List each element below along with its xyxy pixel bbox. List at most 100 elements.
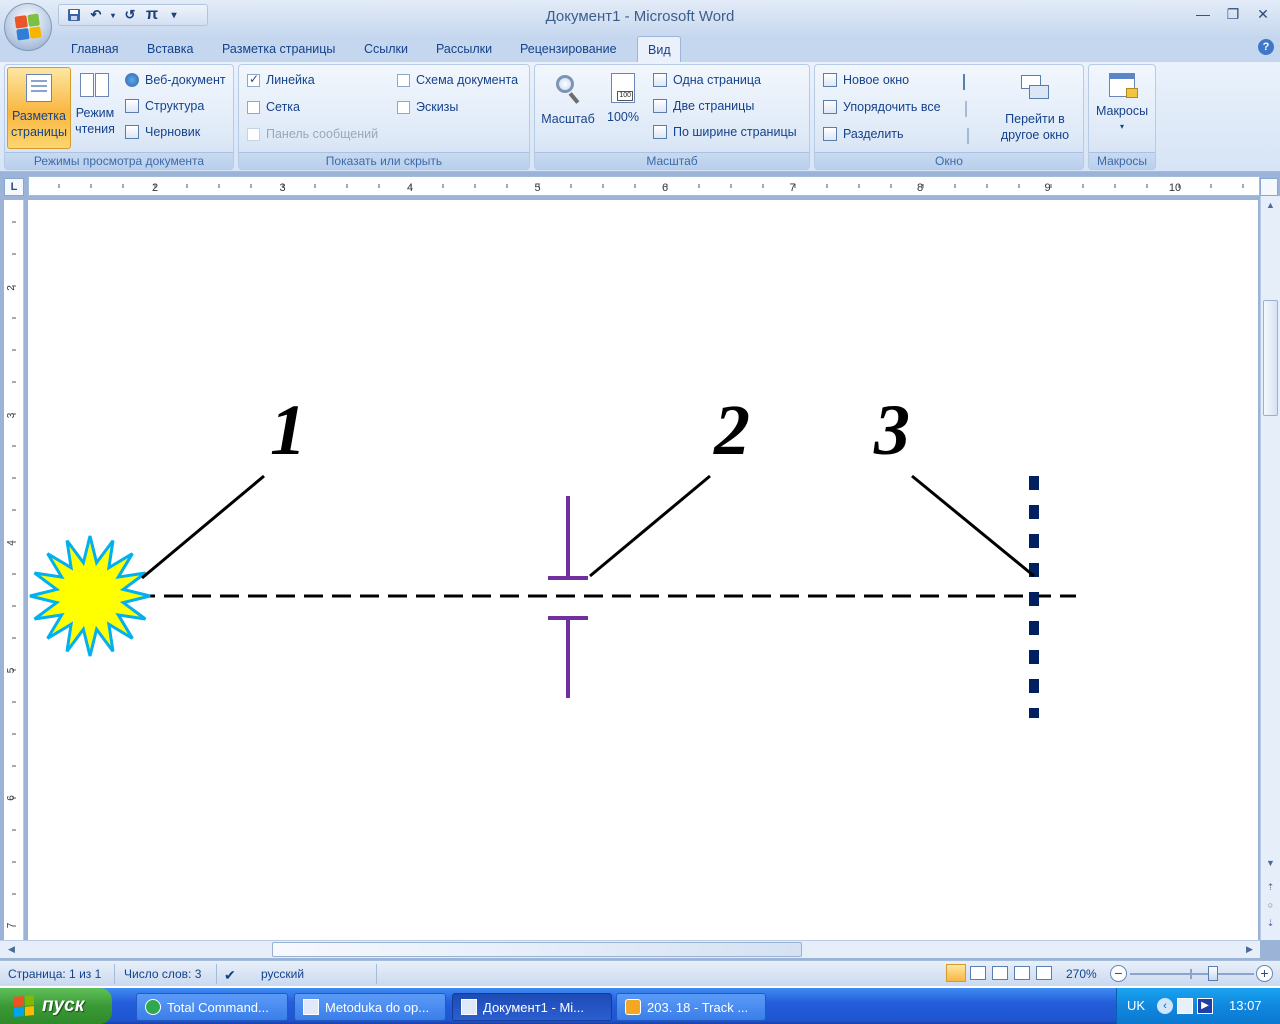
task-label: Total Command...: [167, 999, 269, 1015]
scroll-right-icon[interactable]: ▶: [1242, 942, 1257, 957]
new-window-button[interactable]: Новое окно: [823, 73, 909, 87]
outline-button[interactable]: Структура: [125, 99, 204, 113]
arrange-all-button[interactable]: Упорядочить все: [823, 100, 941, 114]
print-layout-button[interactable]: Разметка страницы: [7, 67, 71, 149]
grid-label: Сетка: [266, 100, 300, 114]
full-screen-reading-button[interactable]: Режим чтения: [71, 73, 119, 137]
one-page-icon: [653, 73, 667, 87]
clock[interactable]: 13:07: [1229, 998, 1262, 1013]
window-group-label: Окно: [815, 152, 1083, 169]
task-label: 203. 18 - Track ...: [647, 999, 749, 1015]
next-page-icon[interactable]: ⇣: [1263, 916, 1278, 931]
horizontal-scroll-thumb[interactable]: [272, 942, 802, 957]
taskbar-item-metoduka[interactable]: Metoduka do op...: [294, 993, 446, 1021]
scroll-left-icon[interactable]: ◀: [4, 942, 19, 957]
print-layout-view-icon[interactable]: [946, 964, 966, 982]
scroll-up-icon[interactable]: ▲: [1263, 198, 1278, 213]
tab-page-layout[interactable]: Разметка страницы: [212, 36, 345, 62]
zoom-slider-thumb[interactable]: [1208, 966, 1218, 981]
page-100-badge: 100: [617, 91, 633, 101]
ruler-number: 9: [1044, 182, 1050, 194]
restore-button[interactable]: ❐: [1220, 4, 1246, 24]
arrange-all-label: Упорядочить все: [843, 100, 941, 114]
leader-line-3: [911, 474, 1035, 578]
split-button[interactable]: Разделить: [823, 127, 904, 141]
close-button[interactable]: ✕: [1250, 4, 1276, 24]
two-pages-button[interactable]: Две страницы: [653, 99, 754, 113]
proofing-icon[interactable]: ✔: [224, 967, 236, 984]
switch-windows-button[interactable]: Перейти в другое окно: [987, 73, 1083, 143]
start-button[interactable]: пуск: [0, 988, 112, 1024]
print-layout-label-1: Разметка: [11, 109, 67, 123]
message-bar-label: Панель сообщений: [266, 127, 379, 141]
draft-label: Черновик: [145, 125, 201, 139]
tab-mailings[interactable]: Рассылки: [426, 36, 502, 62]
keyboard-language[interactable]: UK: [1127, 998, 1145, 1013]
status-page[interactable]: Страница: 1 из 1: [8, 967, 101, 981]
status-language[interactable]: русский: [261, 967, 304, 981]
new-window-label: Новое окно: [843, 73, 910, 87]
label-3: 3: [873, 390, 910, 470]
status-word-count[interactable]: Число слов: 3: [124, 967, 201, 981]
taskbar-item-total-commander[interactable]: Total Command...: [136, 993, 288, 1021]
view-ruler-icon[interactable]: [1260, 178, 1278, 196]
previous-page-icon[interactable]: ⇡: [1263, 880, 1278, 895]
tray-player-icon[interactable]: ▶: [1197, 998, 1213, 1014]
tab-home[interactable]: Главная: [61, 36, 129, 62]
page-100-icon: 100: [611, 73, 635, 103]
zoom-100-label: 100%: [607, 110, 639, 124]
page-width-label: По ширине страницы: [673, 125, 797, 139]
tab-references[interactable]: Ссылки: [354, 36, 418, 62]
draft-button[interactable]: Черновик: [125, 125, 200, 139]
document-map-checkbox[interactable]: Схема документа: [397, 73, 518, 87]
taskbar-item-document1[interactable]: Документ1 - Mi...: [452, 993, 612, 1021]
browse-object-icon[interactable]: ○: [1263, 898, 1278, 913]
zoom-100-button[interactable]: 100 100%: [601, 73, 645, 125]
book-icon: [80, 73, 110, 99]
scroll-down-icon[interactable]: ▼: [1263, 856, 1278, 871]
zoom-out-icon[interactable]: −: [1110, 965, 1127, 982]
leader-line-2: [589, 474, 711, 578]
tab-review[interactable]: Рецензирование: [510, 36, 627, 62]
minimize-button[interactable]: —: [1190, 4, 1216, 24]
zoom-button[interactable]: Масштаб: [537, 73, 599, 127]
horizontal-ruler[interactable]: 2345678910: [28, 176, 1260, 196]
ribbon-tabs: Главная Вставка Разметка страницы Ссылки…: [0, 36, 1280, 62]
outline-view-icon[interactable]: [1014, 966, 1030, 980]
web-view-icon[interactable]: [992, 966, 1008, 980]
tray-network-icon[interactable]: [1177, 998, 1193, 1014]
one-page-button[interactable]: Одна страница: [653, 73, 761, 87]
grid-checkbox[interactable]: Сетка: [247, 100, 300, 114]
vertical-ruler[interactable]: 234567: [4, 200, 24, 940]
help-icon[interactable]: ?: [1258, 39, 1274, 55]
zoom-level[interactable]: 270%: [1066, 967, 1097, 981]
horizontal-scrollbar[interactable]: ◀ ▶: [0, 940, 1260, 958]
thumbnails-checkbox[interactable]: Эскизы: [397, 100, 458, 114]
reading-view-icon[interactable]: [970, 966, 986, 980]
web-layout-button[interactable]: Веб-документ: [125, 73, 226, 87]
zoom-slider-track[interactable]: [1130, 973, 1254, 975]
media-player-icon: [625, 999, 641, 1015]
document-page[interactable]: 1 2 3: [28, 200, 1258, 940]
vertical-scrollbar[interactable]: ▲ ▼ ⇡ ○ ⇣: [1260, 196, 1280, 940]
tab-insert[interactable]: Вставка: [137, 36, 203, 62]
taskbar-item-track[interactable]: 203. 18 - Track ...: [616, 993, 766, 1021]
tray-expand-icon[interactable]: ‹: [1157, 998, 1173, 1014]
macros-icon: [1109, 73, 1138, 98]
print-layout-icon: [26, 74, 52, 102]
side-by-side-icon[interactable]: [963, 74, 965, 90]
vertical-scroll-thumb[interactable]: [1263, 300, 1278, 416]
thumbnails-check-icon: [397, 100, 410, 114]
ruler-number: 3: [6, 412, 17, 418]
page-width-button[interactable]: По ширине страницы: [653, 125, 797, 139]
macros-button[interactable]: Макросы ▾: [1091, 73, 1153, 135]
light-source-star: [29, 535, 151, 657]
tab-view[interactable]: Вид: [637, 36, 681, 62]
tab-selector[interactable]: L: [4, 178, 24, 196]
zoom-in-icon[interactable]: +: [1256, 965, 1273, 982]
office-button[interactable]: [4, 3, 52, 51]
total-commander-icon: [145, 999, 161, 1015]
views-group-label: Режимы просмотра документа: [5, 152, 233, 169]
ruler-checkbox[interactable]: Линейка: [247, 72, 315, 87]
draft-view-icon[interactable]: [1036, 966, 1052, 980]
